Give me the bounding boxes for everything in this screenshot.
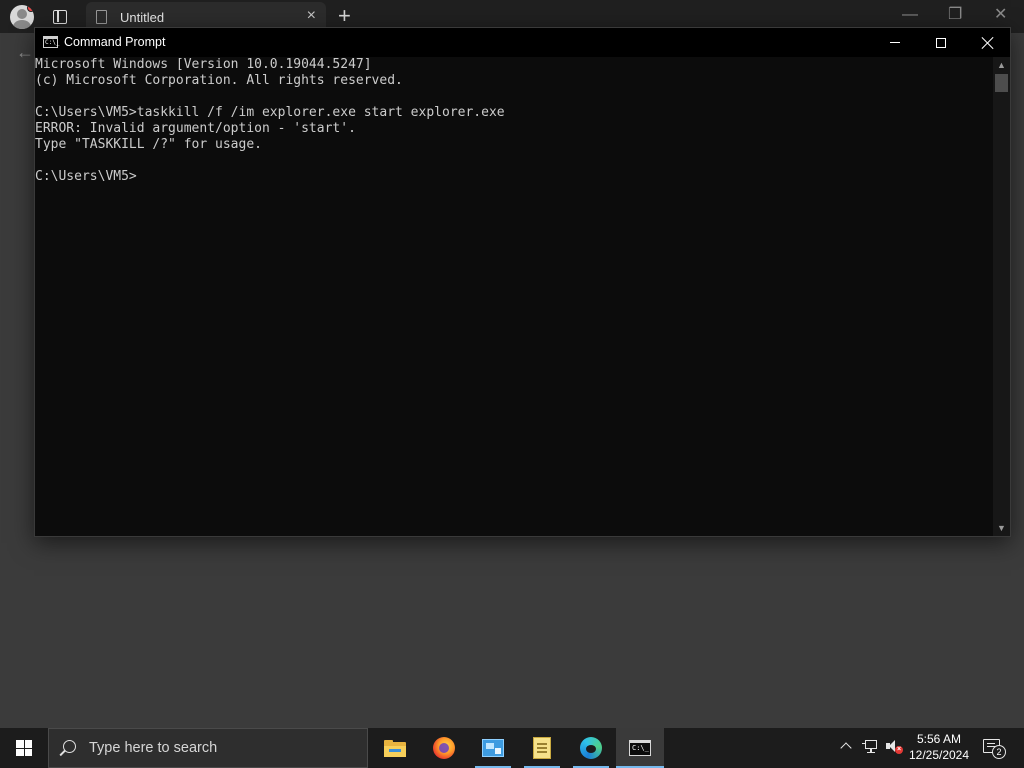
tab-close-icon[interactable]: × (307, 8, 316, 24)
cmd-icon: C:\_ (629, 740, 651, 756)
tab-actions-icon[interactable] (53, 10, 67, 24)
cmd-maximize-button[interactable] (918, 28, 964, 57)
taskbar-control-panel[interactable] (469, 728, 517, 768)
cmd-minimize-button[interactable] (872, 28, 918, 57)
new-tab-button[interactable]: + (338, 3, 351, 29)
cmd-window-icon-glyph: C:\_ (45, 39, 60, 46)
show-hidden-icons-chevron-icon[interactable] (840, 740, 852, 752)
cmd-icon-glyph: C:\_ (632, 744, 649, 752)
mute-badge: × (895, 746, 903, 754)
taskbar-file-explorer[interactable] (371, 728, 419, 768)
taskbar-command-prompt[interactable]: C:\_ (616, 728, 664, 768)
close-icon (981, 37, 993, 49)
network-icon[interactable] (862, 740, 878, 754)
browser-minimize-button[interactable]: — (902, 5, 918, 25)
taskbar-search-box[interactable]: Type here to search (48, 728, 368, 768)
console-line: (c) Microsoft Corporation. All rights re… (35, 73, 403, 88)
windows-logo-icon (16, 740, 32, 756)
console-line: Microsoft Windows [Version 10.0.19044.52… (35, 57, 372, 72)
clock-time: 5:56 AM (916, 732, 962, 746)
cmd-titlebar[interactable]: C:\_ Command Prompt (35, 28, 1010, 57)
console-line: ERROR: Invalid argument/option - 'start'… (35, 121, 356, 136)
notepad-icon (533, 737, 551, 759)
taskbar: Type here to search C:\_ × 5:56 AM 12/25… (0, 728, 1024, 768)
taskbar-clock[interactable]: 5:56 AM 12/25/2024 (906, 731, 972, 763)
search-placeholder: Type here to search (89, 740, 218, 756)
profile-avatar-icon[interactable] (10, 5, 34, 29)
command-prompt-window: C:\_ Command Prompt Microsoft Windows [V… (34, 27, 1011, 537)
folder-icon (384, 739, 406, 757)
maximize-icon (936, 37, 946, 48)
scrollbar-thumb[interactable] (995, 74, 1008, 92)
console-output[interactable]: Microsoft Windows [Version 10.0.19044.52… (35, 57, 995, 536)
control-panel-icon (482, 739, 504, 757)
firefox-icon (433, 737, 455, 759)
volume-muted-icon[interactable]: × (886, 739, 904, 755)
cmd-window-icon: C:\_ (43, 36, 60, 48)
vertical-scrollbar[interactable]: ▲ ▼ (993, 57, 1010, 536)
cmd-close-button[interactable] (964, 28, 1010, 57)
browser-close-button[interactable]: ✕ (994, 5, 1007, 25)
scroll-down-arrow-icon[interactable]: ▼ (993, 520, 1010, 536)
edge-icon (580, 737, 602, 759)
console-line: C:\Users\VM5>taskkill /f /im explorer.ex… (35, 105, 505, 120)
search-icon (63, 740, 76, 753)
taskbar-notepad[interactable] (518, 728, 566, 768)
taskbar-edge[interactable] (567, 728, 615, 768)
taskbar-firefox[interactable] (420, 728, 468, 768)
action-center-icon[interactable]: 2 (982, 737, 1006, 759)
browser-restore-button[interactable]: ❐ (948, 5, 962, 25)
clock-date: 12/25/2024 (908, 748, 970, 762)
console-prompt-line[interactable]: C:\Users\VM5> (35, 169, 995, 185)
minimize-icon (890, 42, 900, 43)
cmd-window-title: Command Prompt (64, 35, 166, 49)
browser-tab-title: Untitled (120, 10, 165, 25)
start-button[interactable] (0, 728, 48, 768)
scroll-up-arrow-icon[interactable]: ▲ (993, 57, 1010, 73)
notification-count-badge: 2 (992, 745, 1006, 759)
page-icon (96, 10, 107, 24)
back-arrow-icon[interactable]: ← (16, 42, 34, 63)
console-line: Type "TASKKILL /?" for usage. (35, 137, 262, 152)
